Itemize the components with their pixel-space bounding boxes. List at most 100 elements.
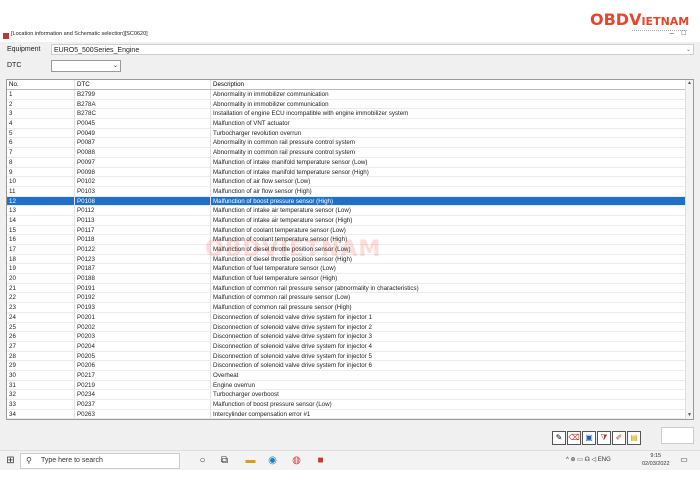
taskbar-search[interactable]: ⚲ Type here to search (20, 453, 180, 469)
logo-text-left: OBD (590, 10, 630, 29)
scroll-up-icon[interactable]: ▲ (686, 80, 693, 87)
clock[interactable]: 9:15 02/03/2022 (642, 452, 670, 468)
scroll-down-icon[interactable]: ▼ (686, 412, 693, 419)
header-dtc[interactable]: DTC (75, 80, 211, 89)
table-row[interactable]: 5 P0049 Turbocharger revolution overrun (7, 128, 687, 139)
table-row[interactable]: 18 P0123 Malfunction of diesel throttle po… (7, 254, 687, 265)
table-row[interactable]: 10 P0102 Malfunction of air flow sensor (L… (7, 177, 687, 187)
cell-dtc: P0192 (75, 293, 211, 303)
table-row[interactable]: 29 P0206 Disconnection of solenoid valve d… (7, 361, 687, 371)
file-explorer-icon[interactable]: ▬ (244, 454, 257, 467)
taskbar: ⊞ ⚲ Type here to search ○ ⧉ ▬ ◉ ◍ ■ ^ ⊕ ▭… (0, 450, 700, 471)
window-controls[interactable]: –□ (670, 30, 694, 37)
cell-description: Turbocharger overboost (213, 391, 279, 399)
equipment-select[interactable]: EURO5_500Series_Engine ⌄ (51, 44, 694, 55)
table-row[interactable]: 28 P0205 Disconnection of solenoid valve d… (7, 351, 687, 362)
table-row[interactable]: 17 P0122 Malfunction of diesel throttle po… (7, 245, 687, 255)
cell-no: 33 (7, 400, 75, 409)
cell-no: 7 (7, 148, 75, 157)
cell-no: 24 (7, 312, 75, 322)
cell-description: Disconnection of solenoid valve drive sy… (213, 313, 372, 321)
table-row[interactable]: 1 B2799 Abnormality in immobilizer communi… (7, 90, 687, 100)
vertical-scrollbar[interactable]: ▲ ▼ (685, 80, 693, 419)
cell-no: 29 (7, 361, 75, 370)
cell-no: 9 (7, 167, 75, 177)
table-row[interactable]: 26 P0203 Disconnection of solenoid valve d… (7, 332, 687, 342)
table-row[interactable]: 9 P0098 Malfunction of intake manifold tem… (7, 167, 687, 178)
cell-description: Malfunction of common rail pressure sens… (213, 294, 351, 302)
cell-no: 6 (7, 138, 75, 148)
table-row[interactable]: 12 P0108 Malfunction of boost pressure sen… (7, 196, 687, 207)
system-tray[interactable]: ^ ⊕ ▭ ☊ ◁ ENG (566, 456, 611, 463)
cell-dtc: P0188 (75, 274, 211, 283)
table-row[interactable]: 34 P0263 Intercylinder compensation error … (7, 409, 687, 419)
cell-description: Malfunction of air flow sensor (Low) (213, 178, 311, 186)
edge-icon[interactable]: ◉ (266, 454, 279, 467)
dtc-table[interactable]: No. DTC Description 1 B2799 Abnormality in… (6, 79, 694, 420)
table-row[interactable]: 7 P0088 Abnormality in common rail pressur… (7, 148, 687, 158)
table-row[interactable]: 30 P0217 Overheat (7, 370, 687, 381)
cell-dtc: P0219 (75, 380, 211, 390)
cell-dtc: P0201 (75, 312, 211, 322)
cell-description: Abnormality in common rail pressure cont… (213, 149, 356, 157)
table-row[interactable]: 15 P0117 Malfunction of coolant temperatur… (7, 225, 687, 236)
folder-icon[interactable]: ▤ (627, 431, 641, 445)
language-indicator[interactable]: ENG (598, 457, 611, 463)
table-row[interactable]: 31 P0219 Engine overrun (7, 380, 687, 391)
table-row[interactable]: 22 P0192 Malfunction of common rail pressu… (7, 293, 687, 304)
cell-dtc: P0187 (75, 264, 211, 274)
table-row[interactable]: 6 P0087 Abnormality in common rail pressur… (7, 138, 687, 149)
cell-description: Malfunction of fuel temperature sensor (… (213, 265, 336, 273)
filter-icon[interactable]: ⧩ (597, 431, 611, 445)
time: 9:15 (650, 453, 662, 459)
cell-description: Disconnection of solenoid valve drive sy… (213, 323, 372, 331)
cell-description: Malfunction of common rail pressure sens… (213, 284, 419, 292)
chrome-icon[interactable]: ◍ (290, 454, 303, 467)
table-row[interactable]: 4 P0045 Malfunction of VNT actuator (7, 119, 687, 129)
table-row[interactable]: 3 B278C Installation of engine ECU incompa… (7, 109, 687, 120)
table-row[interactable]: 27 P0204 Disconnection of solenoid valve d… (7, 341, 687, 352)
table-row[interactable]: 25 P0202 Disconnection of solenoid valve d… (7, 322, 687, 333)
cell-dtc: P0122 (75, 245, 211, 254)
cell-no: 12 (7, 196, 75, 206)
eraser-icon[interactable]: ⌫ (567, 431, 581, 445)
edit-icon[interactable]: ✎ (552, 431, 566, 445)
dtc-label: DTC (7, 62, 22, 69)
table-row[interactable]: 33 P0237 Malfunction of boost pressure sen… (7, 400, 687, 410)
table-row[interactable]: 8 P0097 Malfunction of intake manifold tem… (7, 157, 687, 168)
cell-no: 32 (7, 390, 75, 399)
cortana-icon[interactable]: ○ (196, 454, 209, 467)
app-icon[interactable]: ■ (314, 454, 327, 467)
cell-no: 8 (7, 157, 75, 167)
cell-no: 18 (7, 254, 75, 264)
table-row[interactable]: 14 P0113 Malfunction of intake air tempera… (7, 215, 687, 226)
cell-description: Malfunction of boost pressure sensor (Lo… (213, 401, 332, 408)
table-row[interactable]: 21 P0191 Malfunction of common rail pressu… (7, 283, 687, 294)
table-row[interactable]: 11 P0103 Malfunction of air flow sensor (H… (7, 186, 687, 197)
table-row[interactable]: 20 P0188 Malfunction of fuel temperature s… (7, 274, 687, 284)
notification-icon[interactable]: ▭ (679, 455, 689, 465)
header-no[interactable]: No. (7, 80, 75, 89)
table-row[interactable]: 32 P0234 Turbocharger overboost (7, 390, 687, 400)
dtc-select[interactable]: ⌄ (51, 60, 121, 72)
cell-no: 17 (7, 245, 75, 254)
table-row[interactable]: 13 P0112 Malfunction of intake air tempera… (7, 206, 687, 216)
save-icon[interactable]: ▣ (582, 431, 596, 445)
brand-logo: OBDVIETNAM (590, 10, 689, 29)
cell-description: Turbocharger revolution overrun (213, 129, 302, 137)
cell-no: 21 (7, 283, 75, 293)
table-row[interactable]: 19 P0187 Malfunction of fuel temperature s… (7, 264, 687, 275)
task-view-icon[interactable]: ⧉ (218, 454, 231, 467)
cell-no: 30 (7, 370, 75, 380)
table-row[interactable]: 23 P0193 Malfunction of common rail pressu… (7, 303, 687, 313)
maximize-icon[interactable]: □ (682, 30, 694, 37)
table-row[interactable]: 24 P0201 Disconnection of solenoid valve d… (7, 312, 687, 323)
cell-description: Malfunction of common rail pressure sens… (213, 304, 352, 312)
table-row[interactable]: 16 P0118 Malfunction of coolant temperatur… (7, 235, 687, 245)
cell-dtc: P0191 (75, 283, 211, 293)
highlight-icon[interactable]: ✐ (612, 431, 626, 445)
windows-start-icon[interactable]: ⊞ (4, 454, 17, 467)
minimize-icon[interactable]: – (670, 30, 682, 37)
table-row[interactable]: 2 B278A Abnormality in immobilizer communi… (7, 99, 687, 110)
header-description[interactable]: Description (211, 80, 687, 89)
